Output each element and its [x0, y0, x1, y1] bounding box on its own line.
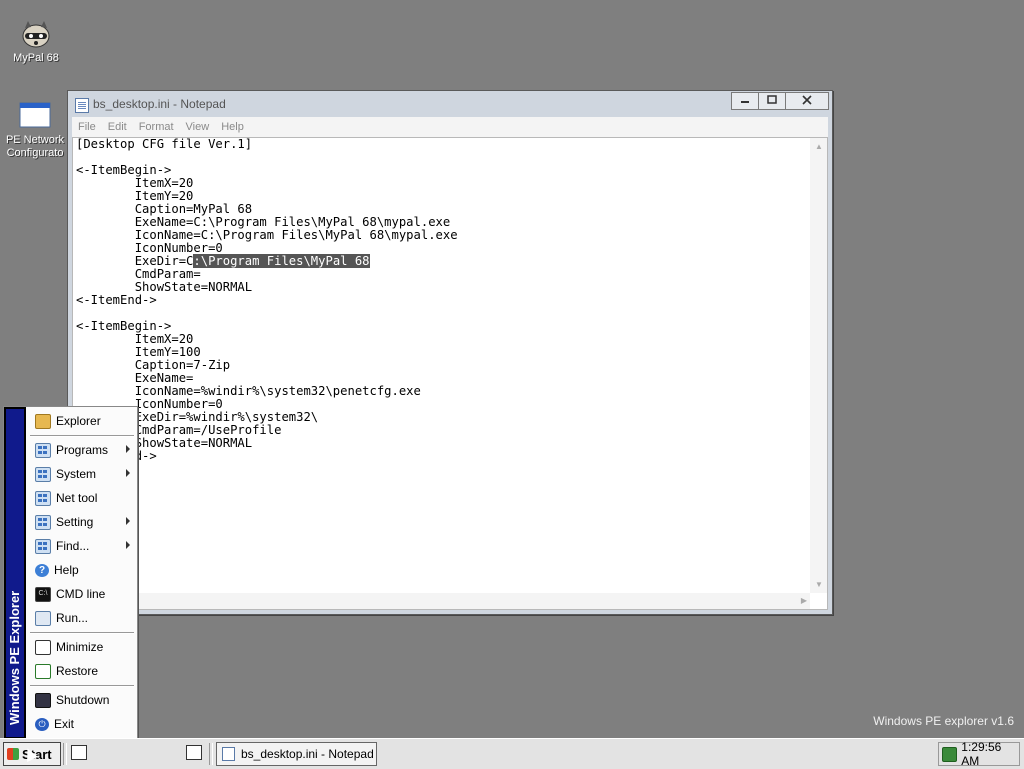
- desktop-icon-label: MyPal 68: [13, 52, 59, 64]
- window-icon: [18, 100, 52, 132]
- system-icon: [35, 466, 51, 482]
- menu-item-label: Explorer: [56, 414, 101, 428]
- setting-icon: [35, 514, 51, 530]
- submenu-arrow-icon: [126, 445, 130, 453]
- menu-item-system[interactable]: System: [28, 463, 136, 485]
- menu-item-label: Find...: [56, 539, 90, 553]
- scroll-right-icon[interactable]: ▶: [801, 596, 807, 605]
- clock[interactable]: 1:29:56 AM: [961, 740, 1019, 768]
- exit-icon: ⏻: [35, 717, 49, 731]
- menu-item-label: Minimize: [56, 640, 104, 654]
- menu-item-programs[interactable]: Programs: [28, 439, 136, 461]
- menu-item-cmd-line[interactable]: C:\ CMD line: [28, 583, 136, 605]
- notepad-icon: [222, 747, 235, 761]
- menu-item-label: System: [56, 467, 97, 481]
- folder-icon: [35, 413, 51, 429]
- desktop-icon-pe-network[interactable]: PE Network Configurato: [0, 100, 70, 160]
- scroll-up-icon[interactable]: ▲: [815, 142, 823, 151]
- minimize-icon: [740, 95, 750, 107]
- shutdown-icon: [35, 692, 51, 708]
- help-icon: ?: [35, 563, 49, 577]
- restore-icon: [35, 663, 51, 679]
- sidebar-label: Windows PE Explorer: [7, 590, 22, 725]
- menu-item-label: Setting: [56, 515, 94, 529]
- window-title: bs_desktop.ini - Notepad: [93, 97, 226, 111]
- menu-item-label: Shutdown: [56, 693, 110, 707]
- start-menu-sidebar: Windows PE Explorer: [4, 407, 26, 739]
- cmd-icon: C:\: [35, 586, 51, 602]
- menu-item-explorer[interactable]: Explorer: [28, 410, 136, 432]
- scroll-down-icon[interactable]: ▼: [815, 580, 823, 589]
- desktop-icon-mypal[interactable]: MyPal 68: [1, 18, 71, 65]
- menu-item-exit[interactable]: ⏻ Exit: [28, 713, 136, 735]
- vertical-scrollbar[interactable]: ▲ ▼: [810, 138, 827, 593]
- menu-view[interactable]: View: [180, 121, 216, 133]
- menu-help[interactable]: Help: [215, 121, 250, 133]
- menu-item-label: CMD line: [56, 587, 106, 601]
- net-tool-icon: [35, 490, 51, 506]
- menu-item-find[interactable]: Find...: [28, 535, 136, 557]
- close-button[interactable]: [785, 92, 829, 110]
- taskbar-button-label: bs_desktop.ini - Notepad: [241, 747, 374, 761]
- menu-item-label: Restore: [56, 664, 99, 678]
- submenu-arrow-icon: [126, 541, 130, 549]
- brand-text: Windows PE explorer v1.6: [873, 714, 1014, 728]
- quick-launch-desktop-icon[interactable]: [186, 745, 202, 760]
- raccoon-icon: [19, 18, 53, 50]
- menu-bar: File Edit Format View Help: [72, 117, 828, 137]
- submenu-arrow-icon: [126, 517, 130, 525]
- windows-logo-icon: [7, 748, 19, 760]
- system-tray: 1:29:56 AM: [938, 740, 1020, 768]
- find-icon: [35, 538, 51, 554]
- selected-text: :\Program Files\MyPal 68: [193, 254, 370, 268]
- horizontal-scrollbar[interactable]: ▶: [73, 593, 810, 609]
- menu-edit[interactable]: Edit: [102, 121, 133, 133]
- menu-item-net-tool[interactable]: Net tool: [28, 487, 136, 509]
- desktop-icon-label: PE Network Configurato: [5, 134, 65, 159]
- minimize-all-icon: [35, 639, 51, 655]
- network-icon[interactable]: [942, 746, 958, 762]
- menu-item-label: Net tool: [56, 491, 98, 505]
- taskbar: Start bs_desktop.ini - Notepad 1:29:56 A…: [0, 738, 1024, 769]
- submenu-arrow-icon: [126, 469, 130, 477]
- minimize-button[interactable]: [731, 92, 759, 110]
- menu-item-help[interactable]: ? Help: [28, 559, 136, 581]
- menu-item-label: Exit: [54, 717, 75, 731]
- menu-item-setting[interactable]: Setting: [28, 511, 136, 533]
- start-menu: Windows PE Explorer Explorer Programs Sy…: [3, 406, 138, 740]
- notepad-window[interactable]: bs_desktop.ini - Notepad File Edit Forma…: [67, 90, 833, 615]
- quick-launch-minimize-icon[interactable]: [71, 745, 87, 760]
- text-editor[interactable]: [Desktop CFG file Ver.1] <-ItemBegin-> I…: [72, 137, 828, 610]
- menu-item-restore[interactable]: Restore: [28, 660, 136, 682]
- menu-format[interactable]: Format: [133, 121, 180, 133]
- close-icon: [802, 94, 812, 108]
- menu-item-label: Programs: [56, 443, 109, 457]
- menu-item-shutdown[interactable]: Shutdown: [28, 689, 136, 711]
- menu-item-run[interactable]: Run...: [28, 607, 136, 629]
- programs-icon: [35, 442, 51, 458]
- editor-text[interactable]: [Desktop CFG file Ver.1] <-ItemBegin-> I…: [76, 138, 807, 593]
- run-icon: [35, 610, 51, 626]
- menu-file[interactable]: File: [72, 121, 102, 133]
- title-bar[interactable]: bs_desktop.ini - Notepad: [68, 91, 832, 117]
- menu-item-label: Help: [54, 563, 79, 577]
- editor-text-before: [Desktop CFG file Ver.1] <-ItemBegin-> I…: [76, 138, 458, 268]
- notepad-icon: [75, 98, 89, 113]
- maximize-icon: [767, 95, 777, 107]
- maximize-button[interactable]: [758, 92, 786, 110]
- taskbar-button-notepad[interactable]: bs_desktop.ini - Notepad: [216, 742, 377, 766]
- menu-item-label: Run...: [56, 611, 89, 625]
- menu-item-minimize[interactable]: Minimize: [28, 636, 136, 658]
